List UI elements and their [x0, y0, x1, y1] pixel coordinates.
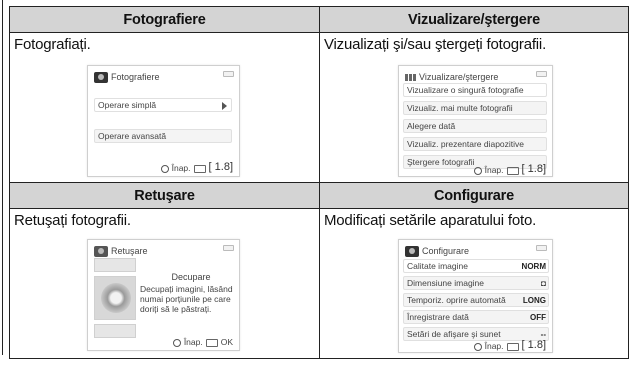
cell-fotografiere: Fotografiați. Fotografiere Operare simpl… [9, 32, 320, 183]
page-margin-rule [2, 0, 3, 355]
screen-title: Vizualizare/ştergere [405, 70, 498, 84]
menu-item-dimensiune-imagine[interactable]: Dimensiune imagine ◘ [403, 276, 549, 290]
header-vizualizare: Vizualizare/ştergere [319, 6, 629, 33]
screen-footer: Înap. [ 1.8] [160, 161, 233, 173]
cell-retusare: Retuşați fotografii. Retuşare Decupare D… [9, 208, 320, 359]
retouch-thumbnail-bottom [94, 324, 136, 338]
retouch-icon [94, 245, 108, 257]
screen-configurare: Configurare Calitate imagine NORM Dimensi… [398, 239, 553, 353]
back-icon [473, 167, 482, 175]
option-text: Decupați imagini, lăsând numai porțiunil… [140, 284, 233, 314]
flower-image [101, 283, 131, 313]
battery-icon [536, 71, 547, 77]
menu-item-label: Vizualiz. mai multe fotografii [407, 103, 513, 113]
menu-item-inregistrare-data[interactable]: Înregistrare dată OFF [403, 310, 549, 324]
footer-zoom: [ 1.8] [208, 161, 233, 173]
arrow-right-icon [222, 102, 227, 110]
retouch-thumbnail-selected [94, 276, 136, 320]
header-configurare: Configurare [319, 182, 629, 209]
description-configurare: Modificați setările aparatului foto. [324, 212, 537, 229]
footer-back-label: Înap. [484, 165, 504, 175]
screen-title-text: Retuşare [111, 246, 148, 256]
menu-item-value: ◘ [541, 279, 546, 288]
back-icon [160, 165, 169, 173]
footer-back-label: Înap. [171, 163, 191, 173]
menu-item-label: Operare avansată [98, 131, 167, 141]
screen-footer: Înap. OK [172, 337, 233, 347]
menu-item-label: Înregistrare dată [407, 312, 469, 322]
screen-fotografiere: Fotografiere Operare simplă Operare avan… [87, 65, 240, 177]
ok-button-icon [205, 339, 218, 347]
menu-item-label: Setări de afişare şi sunet [407, 329, 501, 339]
page: Fotografiere Vizualizare/ştergere Fotogr… [0, 0, 636, 371]
image-size-icon [506, 167, 519, 175]
menu-item-vizualizare-singura[interactable]: Vizualizare o singură fotografie [403, 83, 547, 97]
menu-item-calitate-imagine[interactable]: Calitate imagine NORM [403, 259, 549, 273]
screen-title: Fotografiere [94, 70, 160, 84]
screen-title: Retuşare [94, 244, 148, 258]
menu-item-label: Alegere dată [407, 121, 456, 131]
image-size-icon [506, 343, 519, 351]
menu-item-value: NORM [521, 262, 546, 271]
option-title: Decupare [171, 272, 211, 282]
menu-item-alegere-data[interactable]: Alegere dată [403, 119, 547, 133]
screen-title-text: Vizualizare/ştergere [419, 72, 499, 82]
setup-icon [405, 245, 419, 257]
footer-zoom: [ 1.8] [521, 163, 546, 175]
description-vizualizare: Vizualizați şi/sau ştergeți fotografii. [324, 36, 547, 53]
screen-title-text: Configurare [422, 246, 470, 256]
battery-icon [536, 245, 547, 251]
screen-footer: Înap. [ 1.8] [473, 163, 546, 175]
battery-icon [223, 71, 234, 77]
screen-title-text: Fotografiere [111, 72, 160, 82]
footer-back-label: Înap. [484, 341, 504, 351]
menu-item-operare-avansata[interactable]: Operare avansată [94, 129, 232, 143]
footer-back-label: Înap. [183, 337, 203, 347]
back-icon [172, 339, 181, 347]
menu-item-label: Vizualiz. prezentare diapozitive [407, 139, 525, 149]
screen-title: Configurare [405, 244, 469, 258]
menu-item-label: Dimensiune imagine [407, 278, 485, 288]
cell-configurare: Modificați setările aparatului foto. Con… [319, 208, 629, 359]
screen-vizualizare: Vizualizare/ştergere Vizualizare o singu… [398, 65, 553, 177]
menu-item-operare-simpla[interactable]: Operare simplă [94, 98, 232, 112]
menu-item-label: Temporiz. oprire automată [407, 295, 506, 305]
description-retusare: Retuşați fotografii. [14, 212, 131, 229]
menu-item-value: LONG [522, 296, 546, 305]
cell-vizualizare: Vizualizați şi/sau ştergeți fotografii. … [319, 32, 629, 183]
menu-item-vizualizare-multe[interactable]: Vizualiz. mai multe fotografii [403, 101, 547, 115]
playback-icon [405, 73, 416, 81]
menu-item-label: Ştergere fotografii [407, 157, 475, 167]
footer-ok-label: OK [220, 337, 233, 347]
screen-footer: Înap. [ 1.8] [473, 339, 546, 351]
description-fotografiere: Fotografiați. [14, 36, 91, 53]
menu-item-label: Calitate imagine [407, 261, 468, 271]
shooting-camera-icon [94, 71, 108, 83]
modes-table: Fotografiere Vizualizare/ştergere Fotogr… [9, 6, 629, 359]
footer-zoom: [ 1.8] [521, 339, 546, 351]
menu-item-temporizare[interactable]: Temporiz. oprire automată LONG [403, 293, 549, 307]
menu-item-label: Operare simplă [98, 100, 157, 110]
screen-retusare: Retuşare Decupare Decupați imagini, lăsâ… [87, 239, 240, 351]
image-size-icon [193, 165, 206, 173]
back-icon [473, 343, 482, 351]
battery-icon [223, 245, 234, 251]
header-fotografiere: Fotografiere [9, 6, 320, 33]
menu-item-value: OFF [530, 313, 546, 322]
header-retusare: Retuşare [9, 182, 320, 209]
menu-item-prezentare-diapozitive[interactable]: Vizualiz. prezentare diapozitive [403, 137, 547, 151]
menu-item-label: Vizualizare o singură fotografie [407, 85, 524, 95]
retouch-thumbnail-top [94, 258, 136, 272]
